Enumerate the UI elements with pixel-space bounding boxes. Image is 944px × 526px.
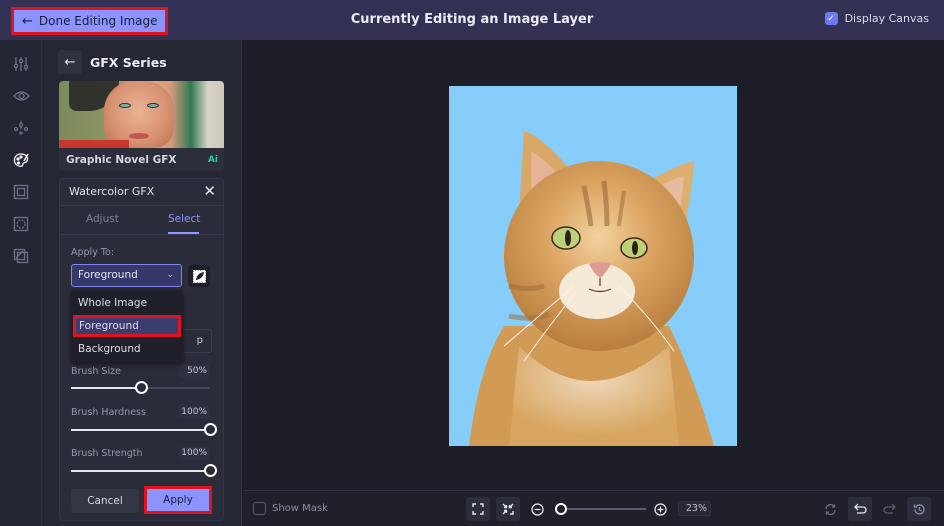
close-icon[interactable]: ✕ [203, 182, 216, 200]
invert-mask-icon [192, 269, 206, 283]
display-canvas-checkbox[interactable]: ✓ [824, 12, 838, 25]
slider-knob[interactable] [204, 423, 217, 436]
zoom-slider-knob[interactable] [555, 503, 567, 515]
slider-fill [71, 387, 141, 389]
redo-icon [882, 503, 896, 514]
canvas-area [243, 40, 944, 490]
history-icon [913, 503, 925, 515]
fit-to-screen-button[interactable] [466, 497, 490, 521]
brush-hardness-label: Brush Hardness [71, 407, 146, 418]
brush-hardness-value[interactable]: 100% [179, 406, 210, 419]
back-button[interactable]: ← [58, 50, 82, 74]
dropdown-option-background[interactable]: Background [73, 338, 181, 360]
bottom-toolbar: Show Mask 23% [243, 490, 944, 526]
brush-hardness-slider[interactable] [71, 423, 217, 436]
done-editing-button[interactable]: ← Done Editing Image [11, 7, 169, 35]
apply-to-label: Apply To: [71, 247, 115, 258]
tab-select[interactable]: Select [168, 213, 200, 225]
palette-icon[interactable] [11, 150, 31, 170]
actual-size-button[interactable] [496, 497, 520, 521]
arrow-left-icon: ← [64, 54, 76, 70]
tool-sidebar [0, 40, 42, 526]
graphic-novel-thumbnail [59, 81, 224, 148]
reset-button[interactable] [818, 497, 842, 521]
brush-strength-value[interactable]: 100% [179, 447, 210, 460]
show-mask-checkbox[interactable] [253, 502, 266, 515]
zoom-slider[interactable] [555, 503, 646, 515]
apply-to-dropdown: Whole Image Foreground Background [71, 290, 183, 362]
show-mask-toggle[interactable]: Show Mask [253, 502, 328, 515]
minus-circle-icon [530, 502, 544, 516]
canvas-image[interactable] [449, 86, 737, 446]
gfx-card-graphic-novel[interactable]: Graphic Novel GFX Ai [59, 81, 224, 171]
chevron-down-icon: ⌄ [166, 270, 174, 280]
effect-title: Watercolor GFX [69, 185, 155, 198]
brush-strength-slider[interactable] [71, 464, 217, 477]
dropdown-option-foreground[interactable]: Foreground [73, 315, 181, 337]
undo-icon [853, 503, 867, 514]
apply-to-select[interactable]: Foreground ⌄ [71, 264, 182, 287]
apply-to-value: Foreground [78, 269, 138, 281]
brush-size-slider[interactable] [71, 381, 210, 394]
check-icon: ✓ [827, 13, 835, 24]
shrink-icon [502, 503, 514, 515]
invert-mask-button[interactable] [188, 265, 210, 287]
watercolor-gfx-box: Watercolor GFX ✕ Adjust Select Apply To:… [59, 178, 224, 521]
tab-adjust[interactable]: Adjust [86, 213, 119, 225]
display-canvas-label: Display Canvas [844, 12, 929, 25]
card-label: Graphic Novel GFX [66, 154, 177, 166]
brush-strength-label: Brush Strength [71, 448, 143, 459]
done-editing-label: Done Editing Image [38, 14, 158, 28]
cat-image [469, 131, 714, 446]
sparkles-icon[interactable] [11, 118, 31, 138]
slider-fill [71, 429, 210, 431]
frame-icon[interactable] [11, 182, 31, 202]
dropdown-option-whole-image[interactable]: Whole Image [73, 292, 181, 314]
refresh-icon [824, 503, 836, 515]
divider [60, 234, 223, 235]
display-canvas-toggle[interactable]: ✓ Display Canvas [824, 12, 929, 25]
eye-icon[interactable] [11, 86, 31, 106]
slider-fill [71, 470, 210, 472]
sliders-icon[interactable] [11, 54, 31, 74]
expand-icon [472, 503, 484, 515]
slider-knob[interactable] [204, 464, 217, 477]
undo-button[interactable] [848, 497, 872, 521]
redo-button[interactable] [877, 497, 901, 521]
layers-icon[interactable] [11, 246, 31, 266]
zoom-in-button[interactable] [648, 497, 672, 521]
top-bar: ← Done Editing Image Currently Editing a… [0, 0, 944, 40]
divider [60, 205, 223, 206]
brush-size-label: Brush Size [71, 366, 121, 377]
ai-badge: Ai [207, 155, 218, 165]
brush-size-value[interactable]: 50% [179, 365, 210, 378]
history-button[interactable] [907, 497, 931, 521]
show-mask-label: Show Mask [272, 503, 328, 514]
cancel-button[interactable]: Cancel [71, 489, 139, 513]
panel-header: ← GFX Series [58, 50, 167, 74]
border-icon[interactable] [11, 214, 31, 234]
plus-circle-icon [653, 502, 667, 516]
arrow-left-icon: ← [22, 13, 33, 29]
gfx-panel: ← GFX Series Graphic Novel GFX Ai Waterc… [42, 40, 242, 526]
zoom-value[interactable]: 23% [678, 501, 711, 516]
slider-knob[interactable] [135, 381, 148, 394]
zoom-out-button[interactable] [525, 497, 549, 521]
apply-button[interactable]: Apply [144, 486, 212, 514]
panel-title: GFX Series [90, 54, 167, 70]
